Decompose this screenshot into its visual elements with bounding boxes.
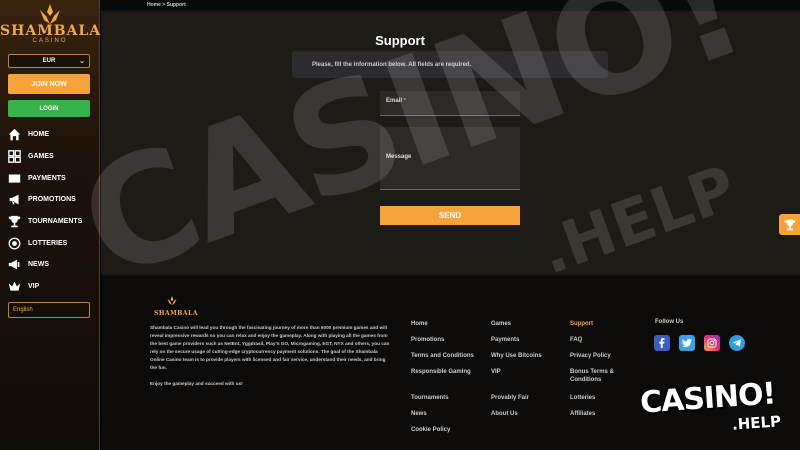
trophy-icon (8, 215, 21, 228)
sidebar-item-news[interactable]: NEWS (8, 254, 96, 276)
sidebar-item-home[interactable]: HOME (8, 124, 96, 146)
footer-link-tournaments[interactable]: Tournaments (411, 394, 449, 402)
sidebar-item-tournaments[interactable]: TOURNAMENTS (8, 211, 96, 233)
page-title: Support (375, 33, 425, 48)
footer-link-provably-fair[interactable]: Provably Fair (491, 394, 529, 402)
instagram-icon (707, 338, 717, 348)
telegram-icon (732, 339, 742, 347)
footer-about-text: Shambala Casino will lead you through th… (150, 325, 390, 370)
message-input[interactable] (380, 127, 520, 189)
footer-link-faq[interactable]: FAQ (570, 336, 582, 344)
join-now-button[interactable]: JOIN NOW (8, 74, 90, 94)
footer-link-vip[interactable]: VIP (491, 368, 501, 376)
language-select[interactable]: English (8, 302, 90, 318)
footer-link-privacy-policy[interactable]: Privacy Policy (570, 352, 611, 360)
twitter-icon (682, 338, 692, 348)
footer-link-bitcoins[interactable]: Why Use Bitcoins (491, 352, 542, 360)
breadcrumb-current: Support (166, 2, 186, 8)
footer-link-cookie-policy[interactable]: Cookie Policy (411, 426, 450, 434)
send-button[interactable]: SEND (380, 206, 520, 225)
breadcrumb-separator: > (162, 2, 166, 8)
sidebar-item-vip[interactable]: VIP (8, 276, 96, 298)
tournaments-side-button[interactable] (779, 214, 800, 235)
footer-logo-text: SHAMBALA (154, 310, 198, 317)
sidebar-item-payments[interactable]: PAYMENTS (8, 167, 96, 189)
currency-value: EUR (42, 58, 56, 64)
top-bar (101, 0, 800, 11)
footer-link-news[interactable]: News (411, 410, 427, 418)
follow-us-label: Follow Us (655, 319, 684, 325)
sidebar-item-label: VIP (28, 283, 40, 291)
footer-link-bonus-terms[interactable]: Bonus Terms & Conditions (570, 368, 630, 384)
footer-link-affiliates[interactable]: Affiliates (570, 410, 595, 418)
info-message: Please, fill the information below. All … (292, 51, 608, 78)
footer-link-terms[interactable]: Terms and Conditions (411, 352, 474, 360)
sidebar-item-promotions[interactable]: PROMOTIONS (8, 189, 96, 211)
sidebar-item-label: PAYMENTS (28, 174, 66, 182)
login-button[interactable]: LOGIN (8, 100, 90, 117)
instagram-link[interactable] (704, 335, 720, 351)
news-icon (8, 260, 20, 270)
footer-link-responsible-gaming[interactable]: Responsible Gaming (411, 368, 471, 376)
trophy-icon (784, 219, 795, 230)
sidebar-item-label: TOURNAMENTS (28, 218, 83, 226)
sidebar-item-label: PROMOTIONS (28, 196, 76, 204)
footer-enjoy-text: Enjoy the gameplay and succeed with us! (150, 381, 243, 386)
flame-logo-icon (40, 4, 60, 24)
grid-icon (8, 150, 21, 163)
telegram-link[interactable] (729, 335, 745, 351)
sidebar: SHAMBALA CASINO EUR ⌄ JOIN NOW LOGIN HOM… (0, 0, 100, 450)
breadcrumb-home-link[interactable]: Home (147, 2, 161, 8)
email-input[interactable] (380, 91, 520, 115)
footer-link-promotions[interactable]: Promotions (411, 336, 444, 344)
footer-link-support[interactable]: Support (570, 320, 593, 328)
sidebar-item-label: LOTTERIES (28, 239, 68, 247)
flame-logo-icon (167, 296, 177, 305)
email-field[interactable]: Email * (380, 91, 520, 116)
message-field[interactable]: Message (380, 127, 520, 190)
footer-link-home[interactable]: Home (411, 320, 428, 328)
language-value: English (13, 307, 33, 313)
chevron-down-icon: ⌄ (79, 58, 85, 65)
sidebar-item-label: GAMES (28, 153, 54, 161)
footer-link-games[interactable]: Games (491, 320, 511, 328)
sidebar-item-label: NEWS (28, 261, 49, 269)
sidebar-item-lotteries[interactable]: LOTTERIES (8, 232, 96, 254)
lottery-icon (8, 237, 21, 250)
home-icon (8, 129, 21, 141)
footer-link-about-us[interactable]: About Us (491, 410, 518, 418)
facebook-icon (659, 338, 665, 348)
footer-logo[interactable]: SHAMBALA (154, 292, 198, 317)
payment-icon (8, 174, 21, 183)
twitter-link[interactable] (679, 335, 695, 351)
crown-icon (8, 281, 21, 291)
megaphone-icon (9, 195, 19, 205)
sidebar-item-label: HOME (28, 131, 49, 139)
footer-link-lotteries[interactable]: Lotteries (570, 394, 595, 402)
sidebar-item-games[interactable]: GAMES (8, 146, 96, 168)
breadcrumb: Home > Support (147, 2, 186, 8)
facebook-link[interactable] (654, 335, 670, 351)
sidebar-nav: HOME GAMES PAYMENTS PROMOTIONS TOURNAMEN… (8, 124, 96, 298)
footer-link-payments[interactable]: Payments (491, 336, 519, 344)
currency-select[interactable]: EUR ⌄ (8, 54, 90, 68)
